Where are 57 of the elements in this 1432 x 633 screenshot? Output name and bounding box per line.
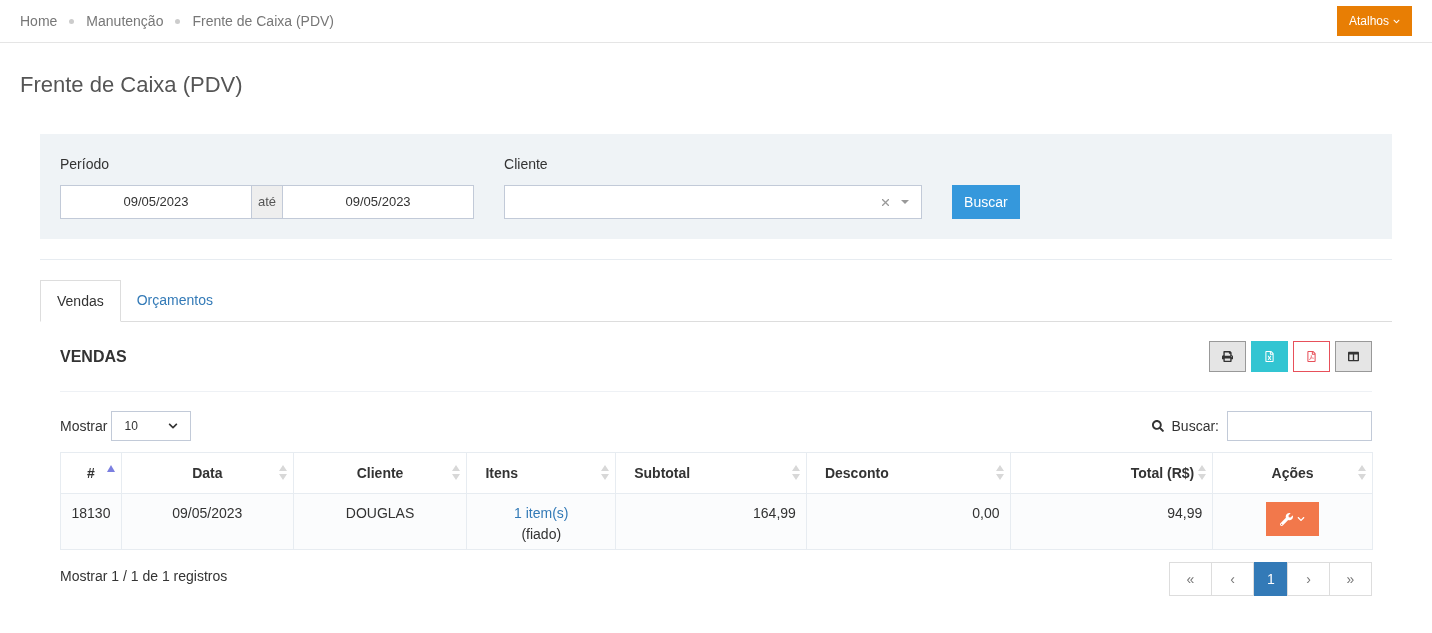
- table-cell: 18130: [61, 494, 122, 549]
- chevron-down-icon: [1297, 515, 1306, 523]
- column-header[interactable]: Ações: [1213, 453, 1372, 493]
- breadcrumb-link[interactable]: Manutenção: [86, 10, 164, 32]
- page-size-select[interactable]: 10: [111, 411, 192, 441]
- column-header[interactable]: Total (R$): [1010, 453, 1214, 493]
- chevron-down-icon: [168, 421, 179, 431]
- records-info: Mostrar 1 / 1 de 1 registros: [60, 567, 228, 586]
- tab[interactable]: Vendas: [40, 280, 121, 322]
- actions-button[interactable]: [1266, 502, 1320, 536]
- column-header[interactable]: Itens: [467, 453, 617, 493]
- table-cell: DOUGLAS: [293, 494, 468, 549]
- column-header[interactable]: Cliente: [293, 453, 468, 493]
- search-icon: [1151, 420, 1164, 432]
- caret-icon: [901, 200, 910, 204]
- table-cell: 09/05/2023: [121, 494, 294, 549]
- date-input[interactable]: 09/05/2023: [60, 185, 252, 219]
- pagination-button[interactable]: 1: [1254, 562, 1288, 596]
- pagination-button[interactable]: ›: [1287, 562, 1330, 596]
- breadcrumb-link[interactable]: Frente de Caixa (PDV): [192, 10, 335, 32]
- table-cell: 164,99: [616, 494, 807, 549]
- clear-icon: [882, 198, 890, 206]
- date-input[interactable]: 09/05/2023: [282, 185, 475, 219]
- table-cell: 94,99: [1010, 494, 1214, 549]
- search-input[interactable]: [1227, 411, 1372, 441]
- pagination-button[interactable]: »: [1329, 562, 1372, 596]
- date-separator: até: [252, 185, 283, 219]
- panel-title: VENDAS: [60, 346, 127, 367]
- items-note: (fiado): [521, 525, 562, 544]
- tab[interactable]: Orçamentos: [120, 280, 229, 321]
- printer-icon: [1222, 351, 1233, 362]
- column-header[interactable]: Subtotal: [616, 453, 807, 493]
- wrench-icon: [1280, 512, 1294, 526]
- spreadsheet-file-icon: [1264, 351, 1275, 362]
- print-button[interactable]: [1209, 341, 1246, 372]
- items-link[interactable]: 1 item(s): [514, 503, 569, 524]
- client-select[interactable]: [504, 185, 923, 219]
- pagination-button[interactable]: «: [1169, 562, 1212, 596]
- column-header[interactable]: #: [61, 453, 122, 493]
- column-header[interactable]: Data: [121, 453, 294, 493]
- excel-button[interactable]: [1251, 341, 1288, 372]
- table-cell: 0,00: [806, 494, 1011, 549]
- columns-button[interactable]: [1335, 341, 1372, 372]
- chevron-down-icon: [1393, 17, 1400, 25]
- field-label: Período: [60, 155, 111, 174]
- pagination-button[interactable]: ‹: [1211, 562, 1254, 596]
- pdf-file-icon: [1306, 351, 1317, 362]
- breadcrumb-link[interactable]: Home: [20, 10, 58, 32]
- breadcrumb-separator-icon: [175, 18, 181, 24]
- field-label: Cliente: [504, 155, 549, 174]
- column-header[interactable]: Desconto: [806, 453, 1011, 493]
- columns-icon: [1348, 351, 1359, 362]
- page-title: Frente de Caixa (PDV): [19, 71, 244, 99]
- pdf-button[interactable]: [1293, 341, 1330, 372]
- search-label: Buscar:: [1171, 416, 1219, 436]
- breadcrumb-separator-icon: [69, 18, 75, 24]
- show-label: Mostrar: [60, 416, 108, 436]
